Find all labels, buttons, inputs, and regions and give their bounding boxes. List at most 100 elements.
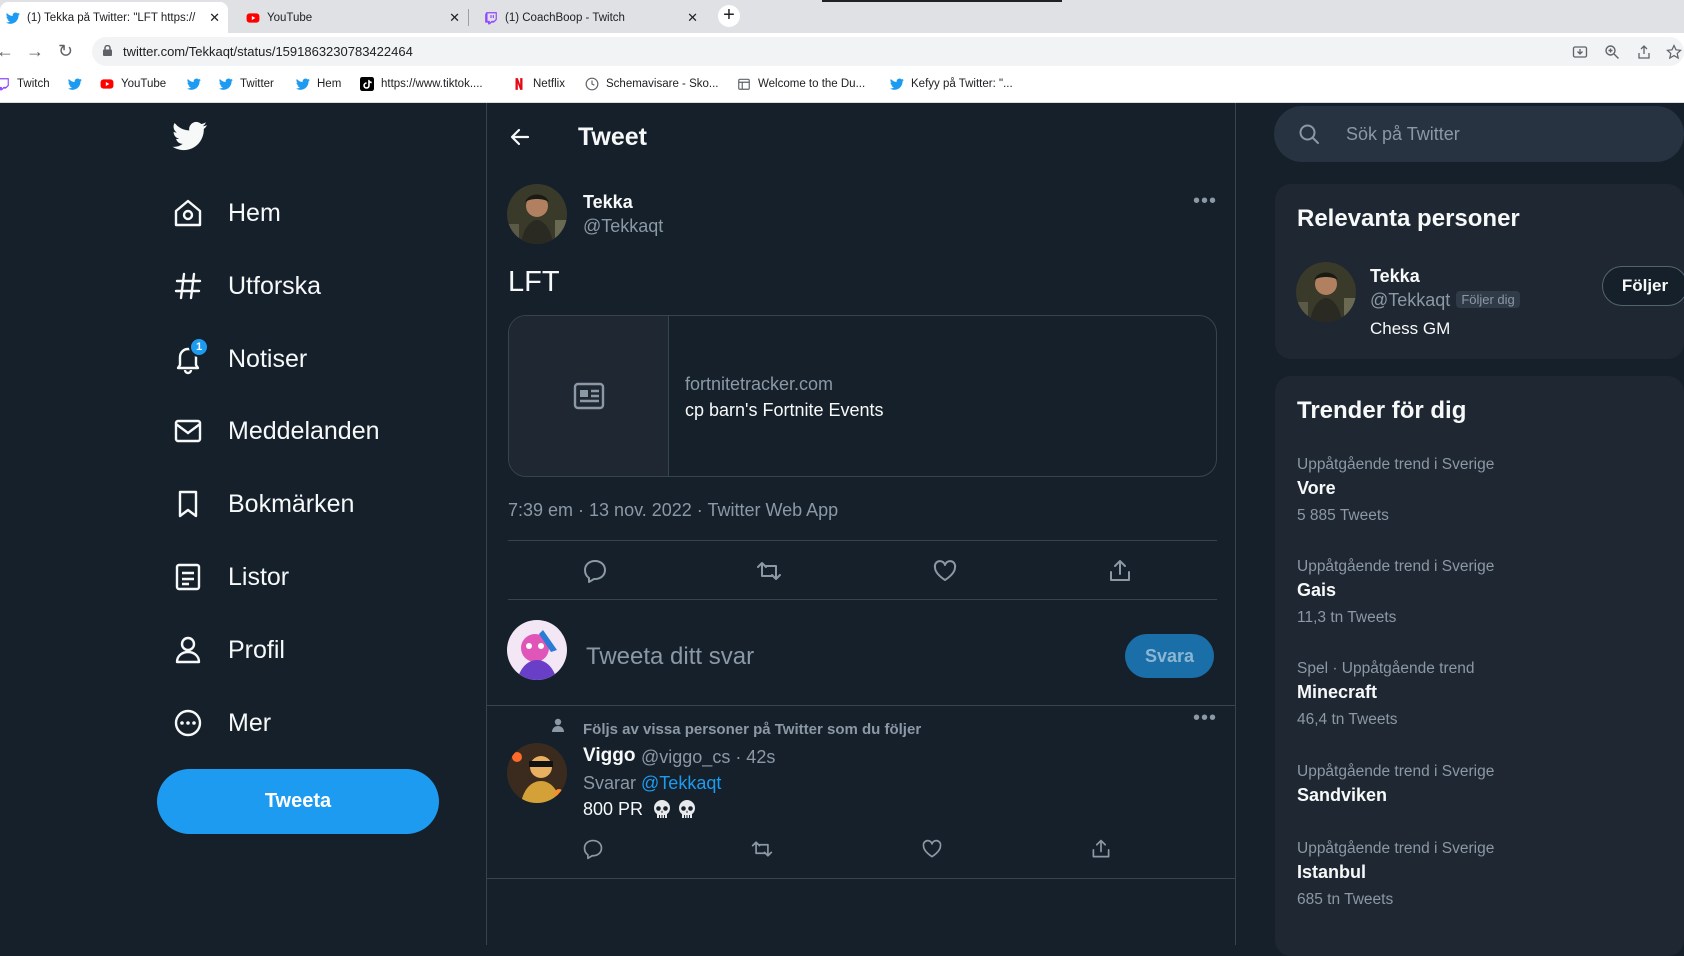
nav-more[interactable]: Mer — [172, 703, 271, 743]
following-button[interactable]: Följer — [1602, 266, 1684, 306]
nav-label: Profil — [228, 635, 285, 664]
tab-youtube[interactable]: YouTube ✕ — [240, 2, 468, 33]
person-handle[interactable]: @Tekkaqt — [1370, 290, 1450, 310]
nav-notifications[interactable]: 1 Notiser — [172, 337, 307, 379]
bookmark-icon — [178, 490, 198, 518]
zoom-icon[interactable] — [1604, 44, 1620, 60]
tab-separator — [468, 9, 469, 26]
panel-title: Relevanta personer — [1297, 205, 1520, 232]
author-name[interactable]: Tekka — [583, 192, 633, 213]
nav-home[interactable]: Hem — [172, 193, 281, 233]
avatar[interactable] — [507, 184, 567, 244]
star-icon[interactable] — [1666, 44, 1682, 60]
close-icon[interactable]: ✕ — [209, 11, 220, 24]
avatar[interactable] — [1296, 262, 1356, 322]
author-handle[interactable]: @Tekkaqt — [583, 216, 663, 237]
close-icon[interactable]: ✕ — [449, 11, 460, 24]
tab-title: (1) CoachBoop - Twitch — [505, 11, 625, 24]
share-icon[interactable] — [1090, 838, 1112, 860]
nav-lists[interactable]: Listor — [172, 557, 289, 597]
trend-item[interactable]: Uppåtgående trend i Sverige Vore 5 885 T… — [1297, 456, 1677, 546]
skull-emoji-icon — [679, 800, 696, 818]
like-icon[interactable] — [921, 838, 943, 860]
retweet-icon[interactable] — [756, 558, 782, 584]
twitch-icon — [485, 11, 497, 24]
tab-twitter[interactable]: (1) Tekka på Twitter: "LFT https:// ✕ — [0, 2, 228, 33]
link-card[interactable]: fortnitetracker.com cp barn's Fortnite E… — [508, 315, 1217, 477]
share-icon[interactable] — [1636, 44, 1652, 60]
trend-item[interactable]: Uppåtgående trend i Sverige Gais 11,3 tn… — [1297, 558, 1677, 648]
trends-panel: Trender för dig Uppåtgående trend i Sver… — [1275, 376, 1684, 956]
more-options-icon[interactable]: ••• — [1193, 708, 1217, 728]
forward-icon[interactable]: → — [26, 42, 44, 60]
divider — [508, 540, 1217, 541]
nav-bookmarks[interactable]: Bokmärken — [172, 484, 354, 524]
nav-messages[interactable]: Meddelanden — [172, 411, 380, 451]
nav-label: Hem — [228, 198, 281, 227]
trend-count: 685 tn Tweets — [1297, 891, 1394, 908]
back-arrow-icon[interactable] — [508, 125, 532, 149]
close-icon[interactable]: ✕ — [687, 11, 698, 24]
bookmark-item[interactable] — [187, 77, 208, 91]
trend-name: Minecraft — [1297, 682, 1378, 702]
composer-avatar[interactable] — [507, 620, 567, 680]
bookmark-item[interactable]: Netflix — [512, 77, 565, 91]
install-icon[interactable] — [1572, 44, 1588, 60]
trend-context: Spel · Uppåtgående trend — [1297, 660, 1475, 677]
bookmark-item[interactable]: Twitch — [0, 77, 50, 91]
trend-name: Vore — [1297, 478, 1336, 498]
bookmark-item[interactable]: Schemavisare - Sko... — [585, 77, 718, 91]
nav-explore[interactable]: Utforska — [172, 266, 321, 306]
more-options-icon[interactable]: ••• — [1193, 191, 1217, 211]
trend-item[interactable]: Spel · Uppåtgående trend Minecraft 46,4 … — [1297, 660, 1677, 750]
bookmark-item[interactable]: Hem — [296, 77, 341, 91]
person-name[interactable]: Tekka — [1370, 266, 1420, 287]
reply-icon[interactable] — [582, 558, 608, 584]
divider — [508, 599, 1217, 600]
notification-badge: 1 — [189, 337, 209, 357]
search-box[interactable]: Sök på Twitter — [1274, 106, 1684, 162]
back-icon[interactable]: ← — [0, 42, 14, 60]
mention-link[interactable]: @Tekkaqt — [641, 773, 721, 793]
bookmark-item[interactable]: Welcome to the Du... — [737, 77, 865, 91]
bookmark-item[interactable] — [68, 77, 89, 91]
person-icon — [552, 718, 564, 732]
twitter-icon — [296, 78, 310, 90]
twitter-logo-icon[interactable] — [172, 121, 208, 153]
bookmark-item[interactable]: YouTube — [100, 77, 166, 91]
tiktok-icon — [360, 77, 374, 91]
new-tab-button[interactable]: + — [718, 5, 740, 27]
tweet-timestamp[interactable]: 7:39 em · 13 nov. 2022 · Twitter Web App — [508, 500, 838, 521]
bookmarks-bar: Twitch YouTube Twitter Hem https://www.t… — [0, 70, 1684, 103]
share-icon[interactable] — [1107, 558, 1133, 584]
reply-button[interactable]: Svara — [1125, 634, 1214, 678]
tab-twitch[interactable]: (1) CoachBoop - Twitch ✕ — [478, 2, 706, 33]
reload-icon[interactable]: ↻ — [58, 42, 73, 60]
reply-icon[interactable] — [582, 838, 604, 860]
bookmark-item[interactable]: Twitter — [219, 77, 274, 91]
panel-title: Trender för dig — [1297, 397, 1467, 424]
bookmark-item[interactable]: Kefyy på Twitter: "... — [890, 77, 1013, 91]
reply-author-handle[interactable]: @viggo_cs · 42s — [641, 747, 775, 768]
trend-context: Uppåtgående trend i Sverige — [1297, 456, 1495, 473]
trend-count: 5 885 Tweets — [1297, 507, 1389, 524]
like-icon[interactable] — [932, 558, 958, 584]
nav-profile[interactable]: Profil — [172, 630, 285, 670]
home-icon — [174, 199, 202, 227]
search-input[interactable]: Sök på Twitter — [1346, 124, 1460, 145]
person-handle-row: @Tekkaqt Följer dig — [1370, 290, 1520, 311]
bookmark-item[interactable]: https://www.tiktok.... — [360, 77, 483, 91]
address-bar[interactable]: twitter.com/Tekkaqt/status/1591863230783… — [92, 37, 1684, 66]
page-title: Tweet — [578, 123, 647, 151]
netflix-icon — [515, 78, 523, 90]
search-icon — [1299, 124, 1319, 144]
tweet-button[interactable]: Tweeta — [157, 769, 439, 834]
reply-input[interactable]: Tweeta ditt svar — [586, 643, 754, 671]
reply-avatar[interactable] — [507, 743, 567, 803]
reply-author-name[interactable]: Viggo — [583, 745, 635, 767]
twitch-icon — [0, 78, 9, 91]
trend-item[interactable]: Uppåtgående trend i Sverige Istanbul 685… — [1297, 840, 1677, 930]
nav-label: Meddelanden — [228, 416, 380, 445]
retweet-icon[interactable] — [751, 838, 773, 860]
avatar-image — [1296, 262, 1356, 322]
